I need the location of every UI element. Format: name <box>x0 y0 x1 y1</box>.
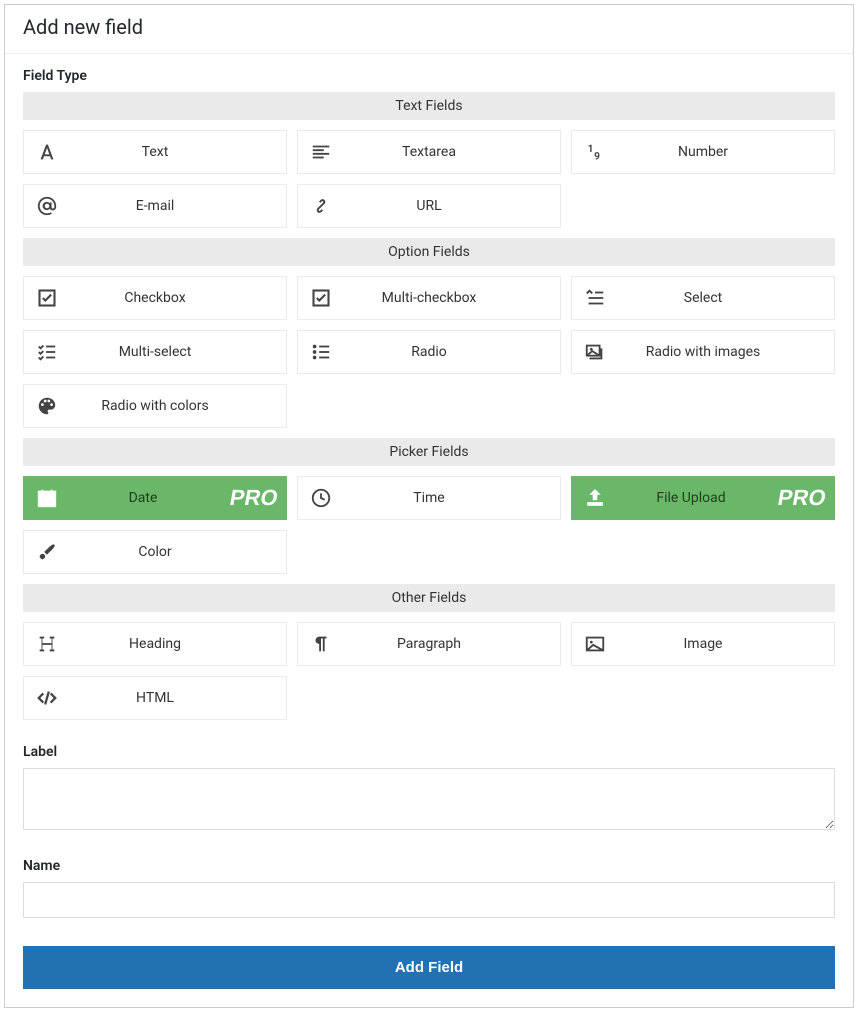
field-type-label: Select <box>618 290 834 306</box>
group-header-other: Other Fields <box>23 584 835 612</box>
field-type-email[interactable]: E-mail <box>23 184 287 228</box>
panel-body: Field Type Text Fields Text Textarea 19 <box>5 54 853 1007</box>
field-type-label: URL <box>344 198 560 214</box>
group-grid-option: Checkbox Multi-checkbox Select Multi-sel… <box>23 276 835 428</box>
field-type-label: Image <box>618 636 834 652</box>
add-field-panel: Add new field Field Type Text Fields Tex… <box>4 4 854 1008</box>
field-type-label: Multi-checkbox <box>344 290 560 306</box>
paragraph-icon <box>298 633 344 655</box>
label-field-label: Label <box>23 744 835 760</box>
pro-badge: PRO <box>776 485 828 511</box>
at-icon <box>24 195 70 217</box>
field-type-date[interactable]: Date PRO <box>23 476 287 520</box>
field-type-multi-checkbox[interactable]: Multi-checkbox <box>297 276 561 320</box>
group-grid-picker: Date PRO Time File Upload PRO C <box>23 476 835 574</box>
font-icon <box>24 141 70 163</box>
name-field-label: Name <box>23 858 835 874</box>
field-type-label: Color <box>70 544 286 560</box>
group-header-text: Text Fields <box>23 92 835 120</box>
field-type-number[interactable]: 19 Number <box>571 130 835 174</box>
field-type-label: HTML <box>70 690 286 706</box>
image-icon <box>572 633 618 655</box>
field-type-label: Radio with colors <box>70 398 286 414</box>
field-type-label: Text <box>70 144 286 160</box>
group-header-option: Option Fields <box>23 238 835 266</box>
align-left-icon <box>298 141 344 163</box>
select-icon <box>572 287 618 309</box>
field-type-image[interactable]: Image <box>571 622 835 666</box>
calendar-icon <box>24 487 70 509</box>
field-type-paragraph[interactable]: Paragraph <box>297 622 561 666</box>
field-type-radio-colors[interactable]: Radio with colors <box>23 384 287 428</box>
multi-checkbox-icon <box>298 288 344 308</box>
field-type-label: Checkbox <box>70 290 286 306</box>
field-type-heading[interactable]: Heading <box>23 622 287 666</box>
number-icon: 19 <box>572 141 618 163</box>
field-type-url[interactable]: URL <box>297 184 561 228</box>
field-type-label: E-mail <box>70 198 286 214</box>
field-type-radio[interactable]: Radio <box>297 330 561 374</box>
field-type-text[interactable]: Text <box>23 130 287 174</box>
field-type-label: Paragraph <box>344 636 560 652</box>
field-type-radio-images[interactable]: Radio with images <box>571 330 835 374</box>
field-type-file-upload[interactable]: File Upload PRO <box>571 476 835 520</box>
images-icon <box>572 341 618 363</box>
field-type-checkbox[interactable]: Checkbox <box>23 276 287 320</box>
group-header-picker: Picker Fields <box>23 438 835 466</box>
palette-icon <box>24 395 70 417</box>
group-grid-text: Text Textarea 19 Number E-mail <box>23 130 835 228</box>
checkbox-icon <box>24 288 70 308</box>
field-type-label: Multi-select <box>70 344 286 360</box>
field-type-color[interactable]: Color <box>23 530 287 574</box>
svg-text:1: 1 <box>588 144 594 155</box>
brush-icon <box>24 541 70 563</box>
field-type-label: Textarea <box>344 144 560 160</box>
field-type-label: Field Type <box>23 68 835 84</box>
field-type-label: Heading <box>70 636 286 652</box>
name-input[interactable] <box>23 882 835 918</box>
field-type-time[interactable]: Time <box>297 476 561 520</box>
field-type-multi-select[interactable]: Multi-select <box>23 330 287 374</box>
field-type-label: Number <box>618 144 834 160</box>
field-type-label: Radio with images <box>618 344 834 360</box>
clock-icon <box>298 487 344 509</box>
field-type-label: Time <box>344 490 560 506</box>
radio-list-icon <box>298 341 344 363</box>
code-icon <box>24 687 70 709</box>
field-type-html[interactable]: HTML <box>23 676 287 720</box>
field-type-textarea[interactable]: Textarea <box>297 130 561 174</box>
link-icon <box>298 195 344 217</box>
label-input[interactable] <box>23 768 835 830</box>
heading-icon <box>24 633 70 655</box>
upload-icon <box>572 487 618 509</box>
svg-text:9: 9 <box>594 151 600 162</box>
group-grid-other: Heading Paragraph Image HTML <box>23 622 835 720</box>
add-field-button[interactable]: Add Field <box>23 946 835 989</box>
pro-badge: PRO <box>228 485 280 511</box>
field-type-label: Radio <box>344 344 560 360</box>
multi-select-icon <box>24 341 70 363</box>
field-type-select[interactable]: Select <box>571 276 835 320</box>
panel-title: Add new field <box>5 5 853 54</box>
